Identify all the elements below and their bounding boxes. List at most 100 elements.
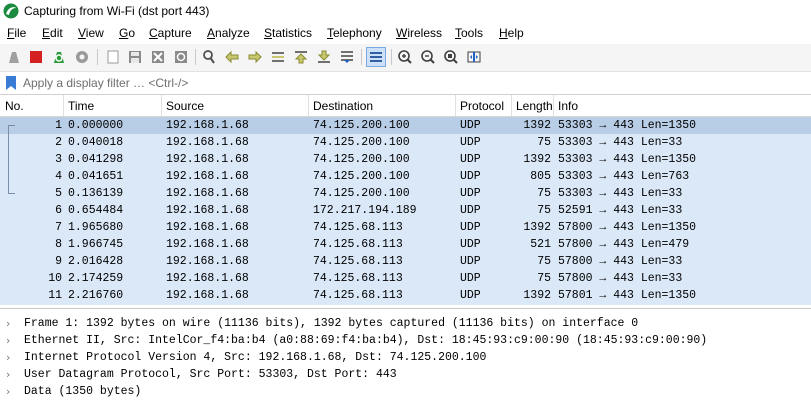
- cell-info: 57800 → 443 Len=33: [558, 272, 683, 285]
- cell-source: 192.168.1.68: [166, 221, 249, 234]
- packet-row[interactable]: 3 0.041298 192.168.1.68 74.125.200.100 UDP 13…: [0, 151, 811, 169]
- expand-chevron-icon[interactable]: ›: [6, 317, 10, 330]
- cell-info: 53303 → 443 Len=1350: [558, 119, 697, 132]
- go-last-packet-icon[interactable]: [314, 47, 334, 67]
- column-header-protocol[interactable]: Protocol: [460, 99, 504, 113]
- capture-options-icon[interactable]: [72, 47, 92, 67]
- reload-file-icon[interactable]: [171, 47, 191, 67]
- go-back-icon[interactable]: [222, 47, 242, 67]
- cell-length: 1392: [523, 289, 551, 302]
- conversation-bracket-tick: [8, 125, 15, 126]
- cell-destination: 74.125.200.100: [313, 136, 410, 149]
- cell-destination: 74.125.68.113: [313, 289, 403, 302]
- go-to-packet-icon[interactable]: [268, 47, 288, 67]
- packet-row[interactable]: 7 1.965680 192.168.1.68 74.125.68.113 UDP 139…: [0, 219, 811, 237]
- restart-capture-icon[interactable]: [49, 47, 69, 67]
- detail-tree-item[interactable]: › Internet Protocol Version 4, Src: 192.1…: [0, 349, 811, 366]
- column-header-length[interactable]: Length: [516, 99, 553, 113]
- cell-length: 1392: [523, 153, 551, 166]
- column-header-no[interactable]: No.: [5, 99, 24, 113]
- detail-tree-item[interactable]: › Ethernet II, Src: IntelCor_f4:ba:b4 (a0…: [0, 332, 811, 349]
- cell-protocol: UDP: [460, 204, 481, 217]
- column-header-destination[interactable]: Destination: [313, 99, 373, 113]
- expand-chevron-icon[interactable]: ›: [6, 368, 10, 381]
- cell-length: 1392: [523, 221, 551, 234]
- cell-info: 53303 → 443 Len=33: [558, 136, 683, 149]
- cell-time: 0.654484: [68, 204, 124, 217]
- packet-row[interactable]: 2 0.040018 192.168.1.68 74.125.200.100 UDP 75…: [0, 134, 811, 152]
- open-file-icon[interactable]: [103, 47, 123, 67]
- cell-source: 192.168.1.68: [166, 255, 249, 268]
- packet-row[interactable]: 4 0.041651 192.168.1.68 74.125.200.100 UDP 80…: [0, 168, 811, 186]
- menu-analyze[interactable]: Analyze: [207, 26, 250, 40]
- menu-tools[interactable]: Tools: [455, 26, 483, 40]
- zoom-normal-icon[interactable]: [441, 47, 461, 67]
- menu-file[interactable]: File: [7, 26, 26, 40]
- cell-length: 75: [537, 255, 551, 268]
- expand-chevron-icon[interactable]: ›: [6, 385, 10, 398]
- packet-row[interactable]: 11 2.216760 192.168.1.68 74.125.68.113 UDP 13…: [0, 287, 811, 305]
- display-filter-input[interactable]: [21, 74, 810, 91]
- menu-wireless[interactable]: Wireless: [396, 26, 442, 40]
- colorize-icon[interactable]: [366, 47, 386, 67]
- packet-row[interactable]: 6 0.654484 192.168.1.68 172.217.194.189 UDP 7…: [0, 202, 811, 220]
- menu-capture[interactable]: Capture: [149, 26, 192, 40]
- cell-length: 75: [537, 187, 551, 200]
- packet-row[interactable]: 10 2.174259 192.168.1.68 74.125.68.113 UDP 75…: [0, 270, 811, 288]
- zoom-in-icon[interactable]: [395, 47, 415, 67]
- conversation-bracket-tick: [8, 193, 15, 194]
- find-packet-icon[interactable]: [199, 47, 219, 67]
- cell-protocol: UDP: [460, 289, 481, 302]
- packet-row[interactable]: 5 0.136139 192.168.1.68 74.125.200.100 UDP 75…: [0, 185, 811, 203]
- autoscroll-icon[interactable]: [337, 47, 357, 67]
- menu-edit[interactable]: Edit: [42, 26, 63, 40]
- go-first-packet-icon[interactable]: [291, 47, 311, 67]
- packet-row[interactable]: 9 2.016428 192.168.1.68 74.125.68.113 UDP 75 5…: [0, 253, 811, 271]
- cell-protocol: UDP: [460, 272, 481, 285]
- start-capture-icon[interactable]: [4, 47, 24, 67]
- cell-length: 1392: [523, 119, 551, 132]
- detail-tree-item[interactable]: › Data (1350 bytes): [0, 383, 811, 400]
- menu-telephony[interactable]: Telephony: [327, 26, 382, 40]
- column-header-info[interactable]: Info: [558, 99, 578, 113]
- cell-destination: 74.125.68.113: [313, 255, 403, 268]
- menu-go[interactable]: Go: [119, 26, 135, 40]
- expand-chevron-icon[interactable]: ›: [6, 334, 10, 347]
- menu-view[interactable]: View: [78, 26, 104, 40]
- save-file-icon[interactable]: [125, 47, 145, 67]
- detail-tree-label: User Datagram Protocol, Src Port: 53303,…: [24, 368, 397, 381]
- cell-destination: 172.217.194.189: [313, 204, 417, 217]
- cell-source: 192.168.1.68: [166, 289, 249, 302]
- cell-time: 0.136139: [68, 187, 124, 200]
- cell-no: 6: [55, 204, 62, 217]
- menu-help[interactable]: Help: [499, 26, 524, 40]
- cell-length: 75: [537, 272, 551, 285]
- column-header-time[interactable]: Time: [68, 99, 94, 113]
- cell-no: 5: [55, 187, 62, 200]
- bookmark-icon[interactable]: [4, 75, 18, 91]
- cell-no: 2: [55, 136, 62, 149]
- detail-tree-item[interactable]: › User Datagram Protocol, Src Port: 53303…: [0, 366, 811, 383]
- expand-chevron-icon[interactable]: ›: [6, 351, 10, 364]
- cell-protocol: UDP: [460, 255, 481, 268]
- window-title: Capturing from Wi-Fi (dst port 443): [24, 4, 210, 18]
- resize-columns-icon[interactable]: [464, 47, 484, 67]
- packet-row[interactable]: 1 0.000000 192.168.1.68 74.125.200.100 UDP 13…: [0, 117, 811, 135]
- packet-row[interactable]: 8 1.966745 192.168.1.68 74.125.68.113 UDP 521…: [0, 236, 811, 254]
- zoom-out-icon[interactable]: [418, 47, 438, 67]
- cell-no: 9: [55, 255, 62, 268]
- menu-statistics[interactable]: Statistics: [264, 26, 312, 40]
- cell-info: 53303 → 443 Len=1350: [558, 153, 697, 166]
- detail-tree-item[interactable]: › Frame 1: 1392 bytes on wire (11136 bits…: [0, 315, 811, 332]
- close-file-icon[interactable]: [148, 47, 168, 67]
- cell-info: 57801 → 443 Len=1350: [558, 289, 697, 302]
- column-header-source[interactable]: Source: [166, 99, 204, 113]
- detail-tree-label: Frame 1: 1392 bytes on wire (11136 bits)…: [24, 317, 639, 330]
- cell-source: 192.168.1.68: [166, 119, 249, 132]
- cell-time: 2.216760: [68, 289, 124, 302]
- go-forward-icon[interactable]: [245, 47, 265, 67]
- stop-capture-icon[interactable]: [26, 47, 46, 67]
- conversation-bracket: [8, 125, 9, 193]
- cell-time: 2.174259: [68, 272, 124, 285]
- cell-time: 0.041651: [68, 170, 124, 183]
